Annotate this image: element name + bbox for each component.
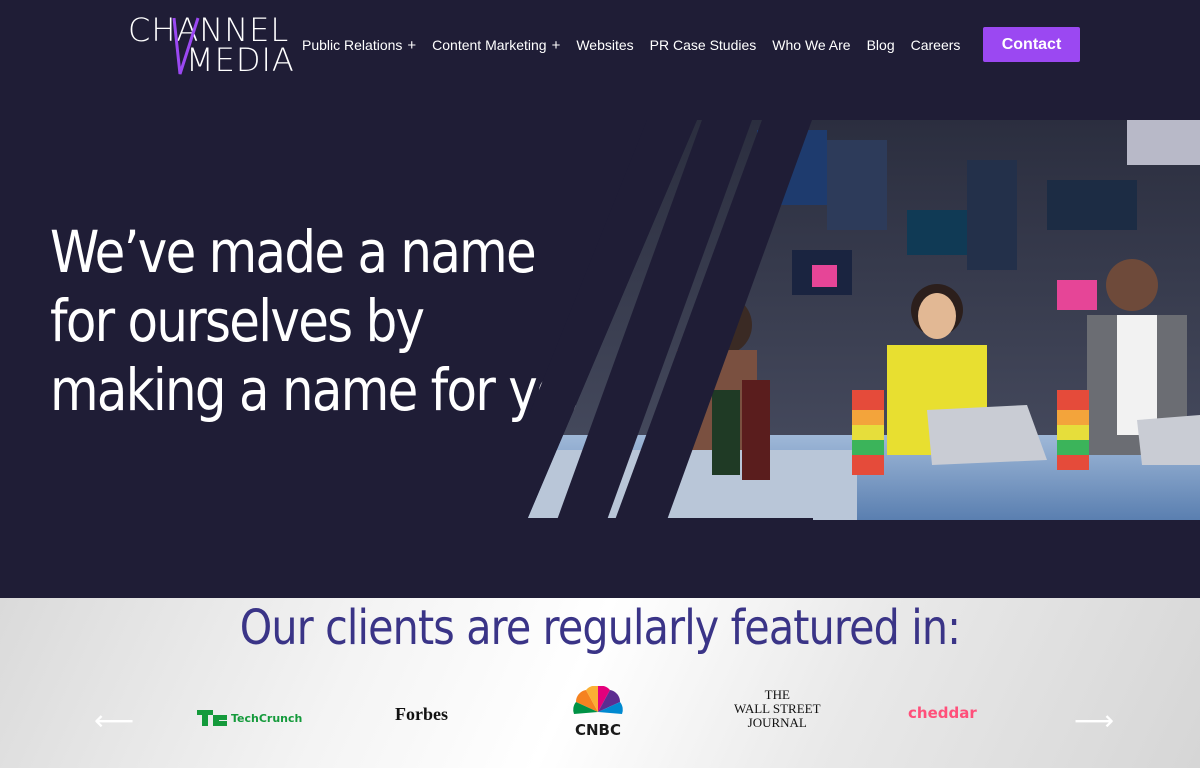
nav-content-marketing[interactable]: Content Marketing + — [432, 37, 560, 53]
nav-websites[interactable]: Websites — [576, 37, 633, 53]
hero-headline: We’ve made a name for ourselves by makin… — [50, 218, 611, 425]
cnbc-logo: CNBC — [563, 686, 633, 738]
wsj-line: THE — [764, 687, 790, 702]
hero-studio-image — [527, 120, 1200, 520]
techcrunch-mark-icon — [197, 710, 227, 726]
nav-careers[interactable]: Careers — [911, 37, 961, 53]
hero-headline-line: making a name for you. — [50, 356, 611, 424]
cnbc-wordmark: CNBC — [575, 721, 621, 738]
logo-accent-stroke-icon — [172, 17, 200, 75]
hero-headline-line: We’ve made a name — [50, 218, 537, 286]
nav-item-label: Public Relations — [302, 37, 403, 53]
contact-button[interactable]: Contact — [983, 27, 1080, 62]
nav-public-relations[interactable]: Public Relations + — [302, 37, 416, 53]
hero-headline-line: for ourselves by — [50, 287, 425, 355]
nav-pr-case-studies[interactable]: PR Case Studies — [650, 37, 757, 53]
nav-item-label: Content Marketing — [432, 37, 547, 53]
wsj-logo: THE WALL STREET JOURNAL — [734, 688, 821, 730]
main-nav: Public Relations + Content Marketing + W… — [302, 32, 976, 58]
cheddar-logo: cheddar — [908, 704, 977, 722]
carousel-prev-arrow-icon[interactable]: ⟵ — [94, 707, 134, 735]
plus-icon: + — [407, 36, 417, 54]
wsj-line: JOURNAL — [747, 715, 807, 730]
channel-media-logo[interactable]: CHANNEL MEDIA — [128, 14, 308, 80]
featured-title: Our clients are regularly featured in: — [239, 600, 961, 656]
wsj-line: WALL STREET — [734, 701, 821, 716]
nav-blog[interactable]: Blog — [867, 37, 895, 53]
forbes-logo: Forbes — [395, 704, 448, 724]
techcrunch-wordmark: TechCrunch — [231, 711, 303, 725]
carousel-next-arrow-icon[interactable]: ⟶ — [1074, 707, 1114, 735]
featured-in-section: Our clients are regularly featured in: ⟵… — [0, 598, 1200, 768]
techcrunch-logo: TechCrunch — [197, 710, 302, 726]
nav-who-we-are[interactable]: Who We Are — [772, 37, 850, 53]
plus-icon: + — [551, 36, 561, 54]
